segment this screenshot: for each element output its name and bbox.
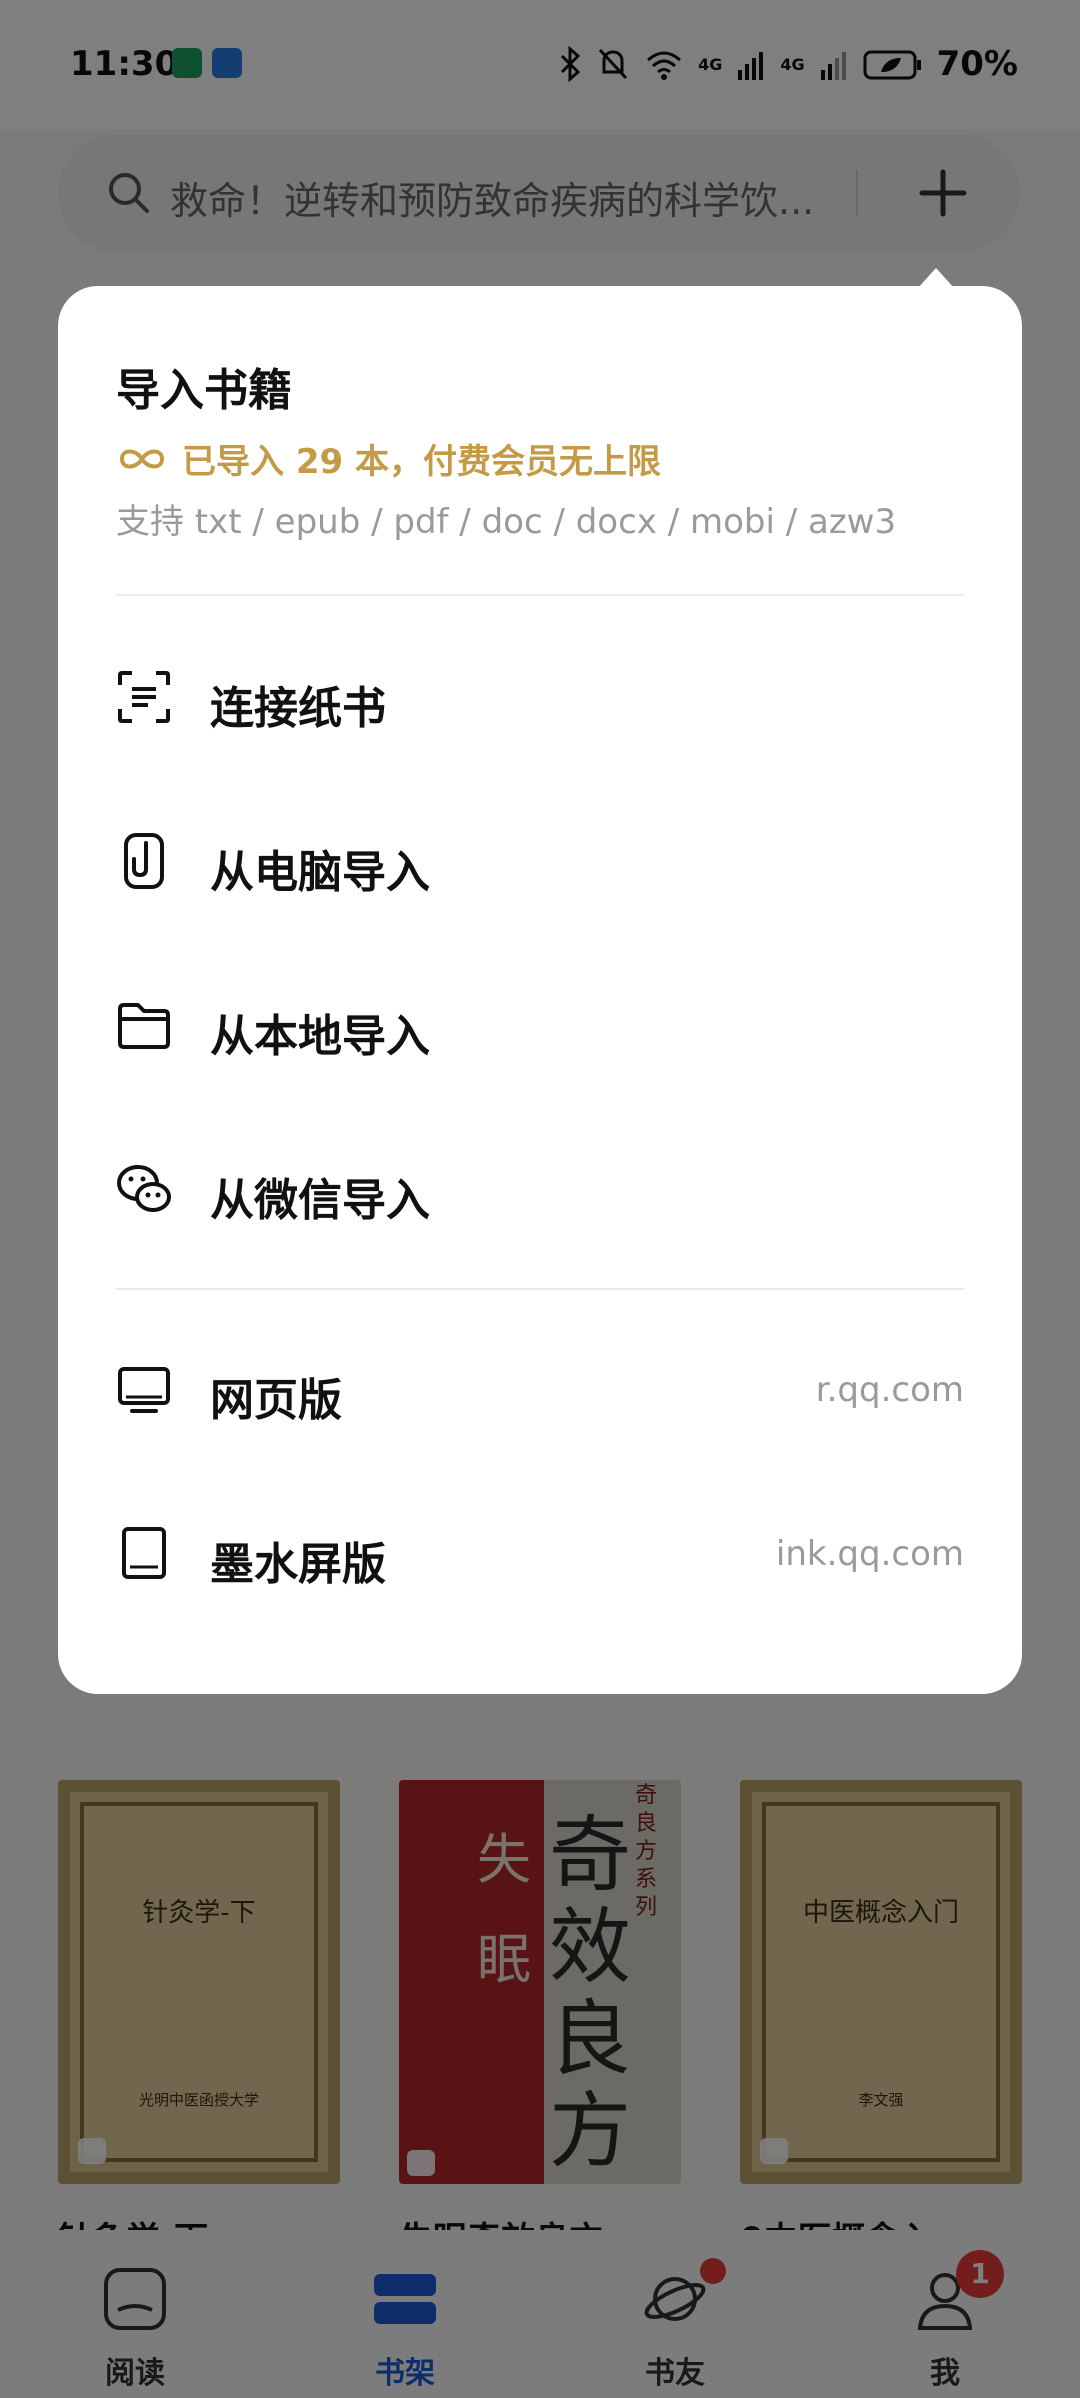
phone-link-icon — [124, 833, 164, 889]
menu-label: 从微信导入 — [210, 1175, 430, 1226]
popup-title: 导入书籍 — [116, 365, 292, 416]
menu-eink-version[interactable]: 墨水屏版 ink.qq.com — [116, 1498, 964, 1608]
scan-icon — [118, 671, 170, 723]
folder-icon — [118, 1003, 170, 1049]
infinity-icon — [119, 449, 165, 468]
menu-import-from-wechat[interactable]: 从微信导入 — [116, 1134, 964, 1244]
tablet-icon — [122, 1527, 166, 1579]
menu-label: 墨水屏版 — [210, 1539, 386, 1590]
divider — [116, 594, 964, 596]
monitor-icon — [118, 1367, 170, 1413]
menu-import-from-local[interactable]: 从本地导入 — [116, 970, 964, 1080]
menu-label: 从电脑导入 — [210, 847, 430, 898]
menu-label: 网页版 — [210, 1375, 342, 1426]
menu-connect-paper-book[interactable]: 连接纸书 — [116, 642, 964, 752]
menu-import-from-computer[interactable]: 从电脑导入 — [116, 806, 964, 916]
popup-arrow — [918, 268, 954, 288]
supported-formats: 支持 txt / epub / pdf / doc / docx / mobi … — [116, 502, 897, 542]
menu-web-version[interactable]: 网页版 r.qq.com — [116, 1334, 964, 1444]
import-count-text: 已导入 29 本，付费会员无上限 — [182, 442, 661, 482]
menu-url: r.qq.com — [815, 1370, 964, 1410]
menu-url: ink.qq.com — [775, 1534, 964, 1574]
wechat-icon — [117, 1165, 171, 1212]
import-books-popup: 导入书籍 已导入 29 本，付费会员无上限 支持 txt / epub / pd… — [58, 286, 1022, 1694]
menu-label: 连接纸书 — [210, 683, 386, 734]
menu-label: 从本地导入 — [210, 1011, 430, 1062]
divider — [116, 1288, 964, 1290]
import-count: 已导入 29 本，付费会员无上限 — [116, 434, 661, 483]
